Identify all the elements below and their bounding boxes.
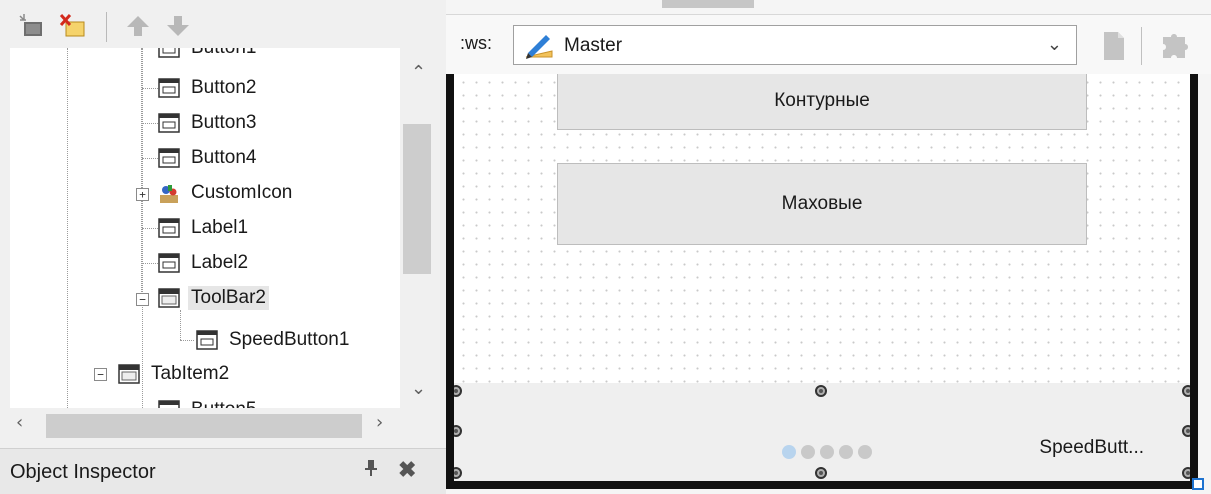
close-icon[interactable]: ✖ (398, 457, 416, 483)
scrollbar-thumb[interactable] (46, 414, 362, 438)
control-icon (158, 148, 180, 168)
resize-handle[interactable] (454, 467, 462, 479)
tree-node-label: Button5 (188, 398, 260, 408)
page-dot[interactable] (839, 445, 853, 459)
move-up-icon[interactable] (124, 12, 152, 40)
toolbar-separator (106, 12, 107, 42)
tree-guide-line (142, 158, 158, 159)
tree-node-button3[interactable]: Button3 (158, 105, 260, 141)
resize-handle[interactable] (454, 425, 462, 437)
scroll-down-arrow-icon[interactable]: ⌄ (411, 378, 426, 399)
tree-node-label2[interactable]: Label2 (158, 245, 251, 281)
tree-node-label: Button3 (191, 112, 257, 133)
scroll-up-arrow-icon[interactable]: ⌃ (411, 62, 426, 83)
tree-guide-line (142, 88, 158, 89)
tree-node-button2[interactable]: Button2 (158, 70, 260, 106)
toolbar-icon (158, 288, 180, 308)
tree-node-label: Button2 (191, 77, 257, 98)
views-select[interactable]: Master ⌄ (513, 25, 1077, 65)
tree-vertical-scrollbar[interactable]: ⌃ ⌄ (400, 48, 434, 408)
control-icon (158, 78, 180, 98)
control-icon (158, 400, 180, 408)
control-icon (158, 218, 180, 238)
document-icon[interactable] (1103, 31, 1125, 61)
tree-guide-line (141, 48, 142, 298)
structure-toolbar (0, 0, 446, 48)
tree-node-customicon[interactable]: CustomIcon (158, 175, 295, 211)
tree-node-button4[interactable]: Button4 (158, 140, 260, 176)
tree-node-speedbutton1[interactable]: SpeedButton1 (196, 322, 352, 358)
control-icon (158, 48, 180, 58)
form-button-label: Маховые (781, 193, 863, 214)
object-inspector-header: Object Inspector ✖ (0, 448, 446, 494)
control-icon (158, 113, 180, 133)
scrollbar-thumb[interactable] (403, 124, 431, 274)
tree-node-label1[interactable]: Label1 (158, 210, 251, 246)
speed-button-label: SpeedButt... (1039, 437, 1144, 458)
page-dot[interactable] (801, 445, 815, 459)
tree-node-label: Label1 (191, 217, 249, 238)
resize-handle[interactable] (815, 385, 827, 397)
page-dot[interactable] (858, 445, 872, 459)
puzzle-icon[interactable] (1160, 31, 1192, 61)
pencil-ruler-icon (522, 29, 556, 61)
tree-guide-line (180, 340, 194, 341)
resize-handle[interactable] (815, 467, 827, 479)
structure-panel: Button1 Button2 Button3 Button4 (0, 0, 446, 494)
tree-expander[interactable]: − (94, 368, 107, 381)
move-down-icon[interactable] (164, 12, 192, 40)
control-icon (196, 330, 218, 350)
tree-node-label: Button1 (188, 48, 260, 60)
toolbar-icon (118, 364, 140, 384)
new-item-icon[interactable] (18, 12, 46, 40)
tree-node-label: TabItem2 (151, 363, 230, 384)
tree-node-label: Label2 (191, 252, 249, 273)
tree-guide-line (142, 228, 158, 229)
form-button-middle[interactable]: Маховые (557, 163, 1087, 245)
tree-node-label: Button4 (191, 147, 257, 168)
resize-handle[interactable] (1182, 385, 1190, 397)
tree-horizontal-scrollbar[interactable]: ‹ › (10, 408, 400, 442)
chevron-down-icon: ⌄ (1046, 34, 1062, 55)
scroll-left-arrow-icon[interactable]: ‹ (16, 412, 23, 433)
tree-guide-line (67, 48, 68, 408)
tree-node-partial[interactable]: Button1 (158, 48, 260, 66)
tree-expander[interactable]: + (136, 188, 149, 201)
toolbar2-control[interactable]: SpeedButt... (454, 383, 1190, 481)
toolbar-separator (1141, 27, 1142, 65)
panel-title: Object Inspector (10, 461, 156, 483)
tab-indicator (662, 0, 754, 8)
scroll-right-arrow-icon[interactable]: › (376, 412, 383, 433)
page-dot[interactable] (820, 445, 834, 459)
resize-handle[interactable] (1182, 425, 1190, 437)
tree-node-tabitem2[interactable]: TabItem2 (118, 356, 232, 392)
form-button-label: Контурные (774, 90, 870, 111)
tree-guide-line (142, 123, 158, 124)
resize-handle[interactable] (1182, 467, 1190, 479)
tree-node-label: ToolBar2 (188, 286, 269, 310)
tree-node-toolbar2[interactable]: ToolBar2 (158, 280, 269, 316)
tree-node-partial[interactable]: Button5 (158, 392, 260, 408)
design-surface[interactable]: Контурные Маховые SpeedButt... (454, 74, 1190, 481)
views-select-value: Master (564, 35, 623, 56)
tree-expander[interactable]: − (136, 293, 149, 306)
ide-window: Button1 Button2 Button3 Button4 (0, 0, 1211, 494)
tree-guide-line (142, 263, 158, 264)
form-button-top[interactable]: Контурные (557, 74, 1087, 130)
structure-tree[interactable]: Button1 Button2 Button3 Button4 (10, 48, 400, 408)
views-label: :ws: (460, 33, 493, 53)
control-icon (158, 253, 180, 273)
tree-node-label: CustomIcon (191, 182, 293, 203)
page-dot-active[interactable] (782, 445, 796, 459)
form-designer: :ws: Master ⌄ Контурные Маховые SpeedBut… (446, 0, 1211, 494)
delete-item-icon[interactable] (58, 12, 86, 40)
form-resize-corner-handle[interactable] (1192, 478, 1204, 490)
views-toolbar: :ws: Master ⌄ (446, 14, 1211, 74)
tree-node-label: SpeedButton1 (229, 329, 350, 350)
resize-handle[interactable] (454, 385, 462, 397)
custom-icon-icon (158, 183, 180, 203)
pin-icon[interactable] (364, 459, 378, 482)
